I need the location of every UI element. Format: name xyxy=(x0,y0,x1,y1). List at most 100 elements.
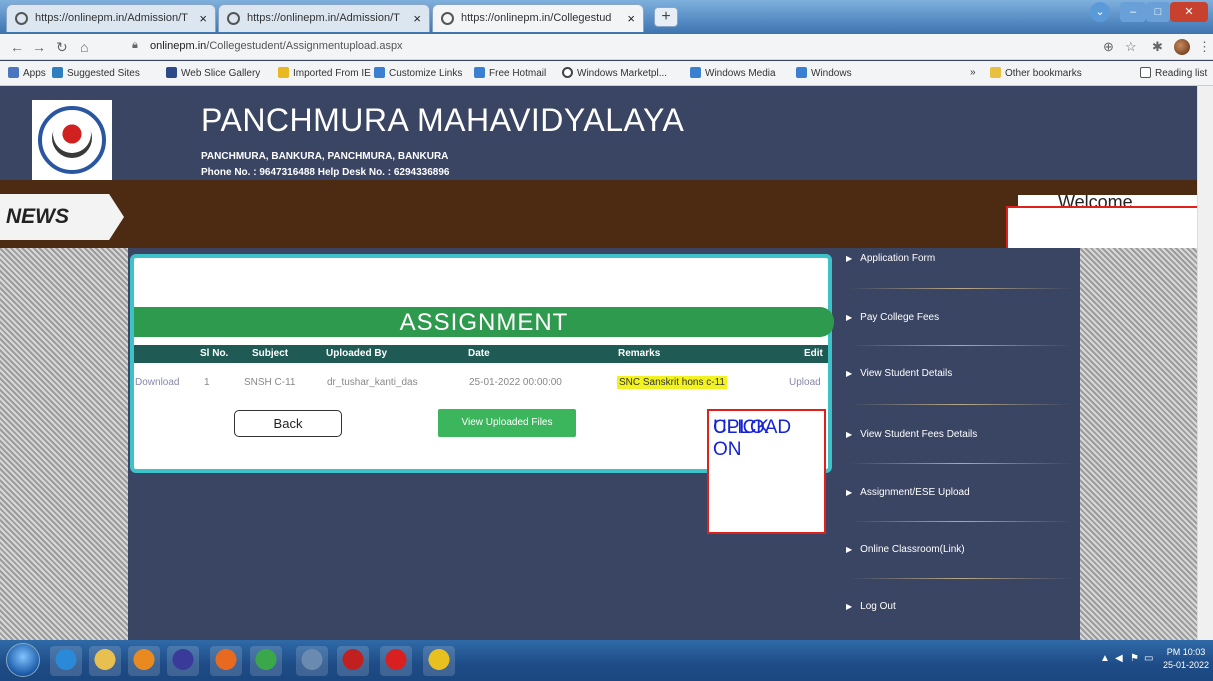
profile-avatar[interactable] xyxy=(1174,39,1190,55)
column-header: Date xyxy=(468,348,490,359)
bookmark-item[interactable]: Suggested Sites xyxy=(52,67,140,79)
volume-icon[interactable]: ◀ xyxy=(1115,653,1123,664)
cell-sl-no: 1 xyxy=(204,377,210,388)
tab-close-icon[interactable]: × xyxy=(199,11,207,26)
sidebar-item-assignment-upload[interactable]: ▶ Assignment/ESE Upload xyxy=(846,487,970,498)
bookmark-icon xyxy=(52,67,63,78)
media-player-icon[interactable] xyxy=(128,646,160,676)
tab-close-icon[interactable]: × xyxy=(627,11,635,26)
college-logo xyxy=(32,100,112,180)
bookmark-item[interactable]: Free Hotmail xyxy=(474,67,546,79)
forward-arrow-icon[interactable]: → xyxy=(32,39,46,55)
bookmark-item[interactable]: Web Slice Gallery xyxy=(166,67,260,79)
sidebar-item-label: Assignment/ESE Upload xyxy=(860,487,970,498)
bookmark-label: Apps xyxy=(23,68,46,79)
remarks-highlight: SNC Sanskrit hons c-11 xyxy=(617,376,727,389)
triangle-right-icon: ▶ xyxy=(846,488,853,497)
assignment-title: ASSIGNMENT xyxy=(399,309,569,336)
sidebar-item-label: Log Out xyxy=(860,601,896,612)
bookmark-label: Windows Media xyxy=(705,68,776,79)
news-label-text: NEWS xyxy=(6,205,69,228)
sidebar-item-label: Online Classroom(Link) xyxy=(860,544,965,555)
hatch-pattern-left xyxy=(0,248,128,640)
reading-list-icon xyxy=(1140,67,1151,78)
folder-icon xyxy=(278,67,289,78)
tab-close-icon[interactable]: × xyxy=(413,11,421,26)
windows-icon xyxy=(796,67,807,78)
address-bar: ← → ↻ ⌂ 🔒︎ onlinepm.in/Collegestudent/As… xyxy=(0,34,1213,60)
triangle-right-icon: ▶ xyxy=(846,545,853,554)
file-explorer-icon[interactable] xyxy=(89,646,121,676)
lock-icon: 🔒︎ xyxy=(132,39,138,51)
sidebar-item-fees-details[interactable]: ▶ View Student Fees Details xyxy=(846,429,977,440)
reload-icon[interactable]: ↻ xyxy=(56,39,68,56)
sidebar-item-label: View Student Fees Details xyxy=(860,429,978,440)
calculator-icon[interactable] xyxy=(296,646,328,676)
sidebar-item-online-classroom[interactable]: ▶ Online Classroom(Link) xyxy=(846,544,965,555)
divider xyxy=(850,288,1072,289)
internet-explorer-icon[interactable] xyxy=(50,646,82,676)
taskbar-clock[interactable]: PM 10:03 25-01-2022 xyxy=(1163,646,1209,672)
tray-arrow-icon[interactable]: ▲ xyxy=(1100,653,1110,664)
sidebar-item-pay-fees[interactable]: ▶ Pay College Fees xyxy=(846,312,939,323)
start-button[interactable] xyxy=(6,643,40,677)
other-bookmarks[interactable]: Other bookmarks xyxy=(990,67,1082,79)
browser-tab-active[interactable]: https://onlinepm.in/Collegestud × xyxy=(432,4,644,32)
acrobat-icon[interactable] xyxy=(380,646,412,676)
flag-icon[interactable]: ⚑ xyxy=(1130,653,1139,664)
url-field[interactable]: onlinepm.in/Collegestudent/Assignmentupl… xyxy=(150,40,403,52)
bookmark-item[interactable]: Imported From IE xyxy=(278,67,371,79)
network-icon[interactable]: ▭ xyxy=(1144,653,1153,664)
menu-dots-icon[interactable]: ⋮ xyxy=(1198,39,1211,55)
sidebar-item-logout[interactable]: ▶ Log Out xyxy=(846,601,896,612)
bookmark-item[interactable]: Customize Links xyxy=(374,67,462,79)
bookmark-label: Customize Links xyxy=(389,68,463,79)
window-close-button[interactable]: ✕ xyxy=(1170,2,1208,22)
college-name: PANCHMURA MAHAVIDYALAYA xyxy=(201,102,685,138)
url-path: /Collegestudent/Assignmentupload.aspx xyxy=(206,40,403,52)
home-icon[interactable]: ⌂ xyxy=(80,39,88,55)
windows-icon xyxy=(690,67,701,78)
bookmark-star-icon[interactable]: ☆ xyxy=(1125,39,1137,55)
triangle-right-icon: ▶ xyxy=(846,313,853,322)
column-header: Sl No. xyxy=(200,348,229,359)
bookmark-item[interactable]: Windows Marketpl... xyxy=(562,67,667,79)
bookmark-label: Other bookmarks xyxy=(1005,68,1082,79)
minimize-button[interactable]: – xyxy=(1120,2,1146,22)
reading-list[interactable]: Reading list xyxy=(1140,67,1207,79)
new-tab-button[interactable]: + xyxy=(654,7,678,27)
bookmark-item[interactable]: Windows xyxy=(796,67,852,79)
media-center-icon[interactable] xyxy=(167,646,199,676)
view-uploaded-files-button[interactable]: View Uploaded Files xyxy=(438,409,576,437)
column-header: Edit xyxy=(804,348,823,359)
column-header: Remarks xyxy=(618,348,661,359)
translate-icon[interactable]: ⊕ xyxy=(1103,39,1114,55)
triangle-right-icon: ▶ xyxy=(846,369,853,378)
cell-uploaded-by: dr_tushar_kanti_das xyxy=(327,377,418,388)
sidebar-item-application-form[interactable]: ▶ Application Form xyxy=(846,253,935,264)
browser-tab[interactable]: https://onlinepm.in/Admission/T × xyxy=(6,4,216,32)
extensions-icon[interactable]: ✱ xyxy=(1152,39,1163,55)
marketplace-icon xyxy=(562,67,573,78)
upload-link[interactable]: Upload xyxy=(789,377,821,388)
column-header: Subject xyxy=(252,348,289,359)
download-link[interactable]: Download xyxy=(135,377,179,388)
browser-tab[interactable]: https://onlinepm.in/Admission/T × xyxy=(218,4,430,32)
page-scrollbar[interactable] xyxy=(1197,86,1213,640)
maximize-button[interactable]: □ xyxy=(1146,2,1170,22)
sidebar-item-student-details[interactable]: ▶ View Student Details xyxy=(846,368,952,379)
bookmark-apps[interactable]: Apps xyxy=(8,67,46,79)
apps-grid-icon xyxy=(8,67,19,78)
profile-menu-icon[interactable]: ⌄ xyxy=(1090,2,1110,22)
sidebar-item-label: Application Form xyxy=(860,253,936,264)
more-bookmarks-button[interactable]: » xyxy=(970,67,976,78)
bookmark-item[interactable]: Windows Media xyxy=(690,67,776,79)
sidebar-item-label: Pay College Fees xyxy=(860,312,940,323)
back-arrow-icon[interactable]: ← xyxy=(10,39,24,55)
back-button[interactable]: Back xyxy=(234,410,342,437)
chrome-active-icon[interactable] xyxy=(423,646,455,676)
html-editor-icon[interactable] xyxy=(337,646,369,676)
firefox-icon[interactable] xyxy=(210,646,242,676)
bookmark-label: Free Hotmail xyxy=(489,68,547,79)
chrome-icon[interactable] xyxy=(250,646,282,676)
